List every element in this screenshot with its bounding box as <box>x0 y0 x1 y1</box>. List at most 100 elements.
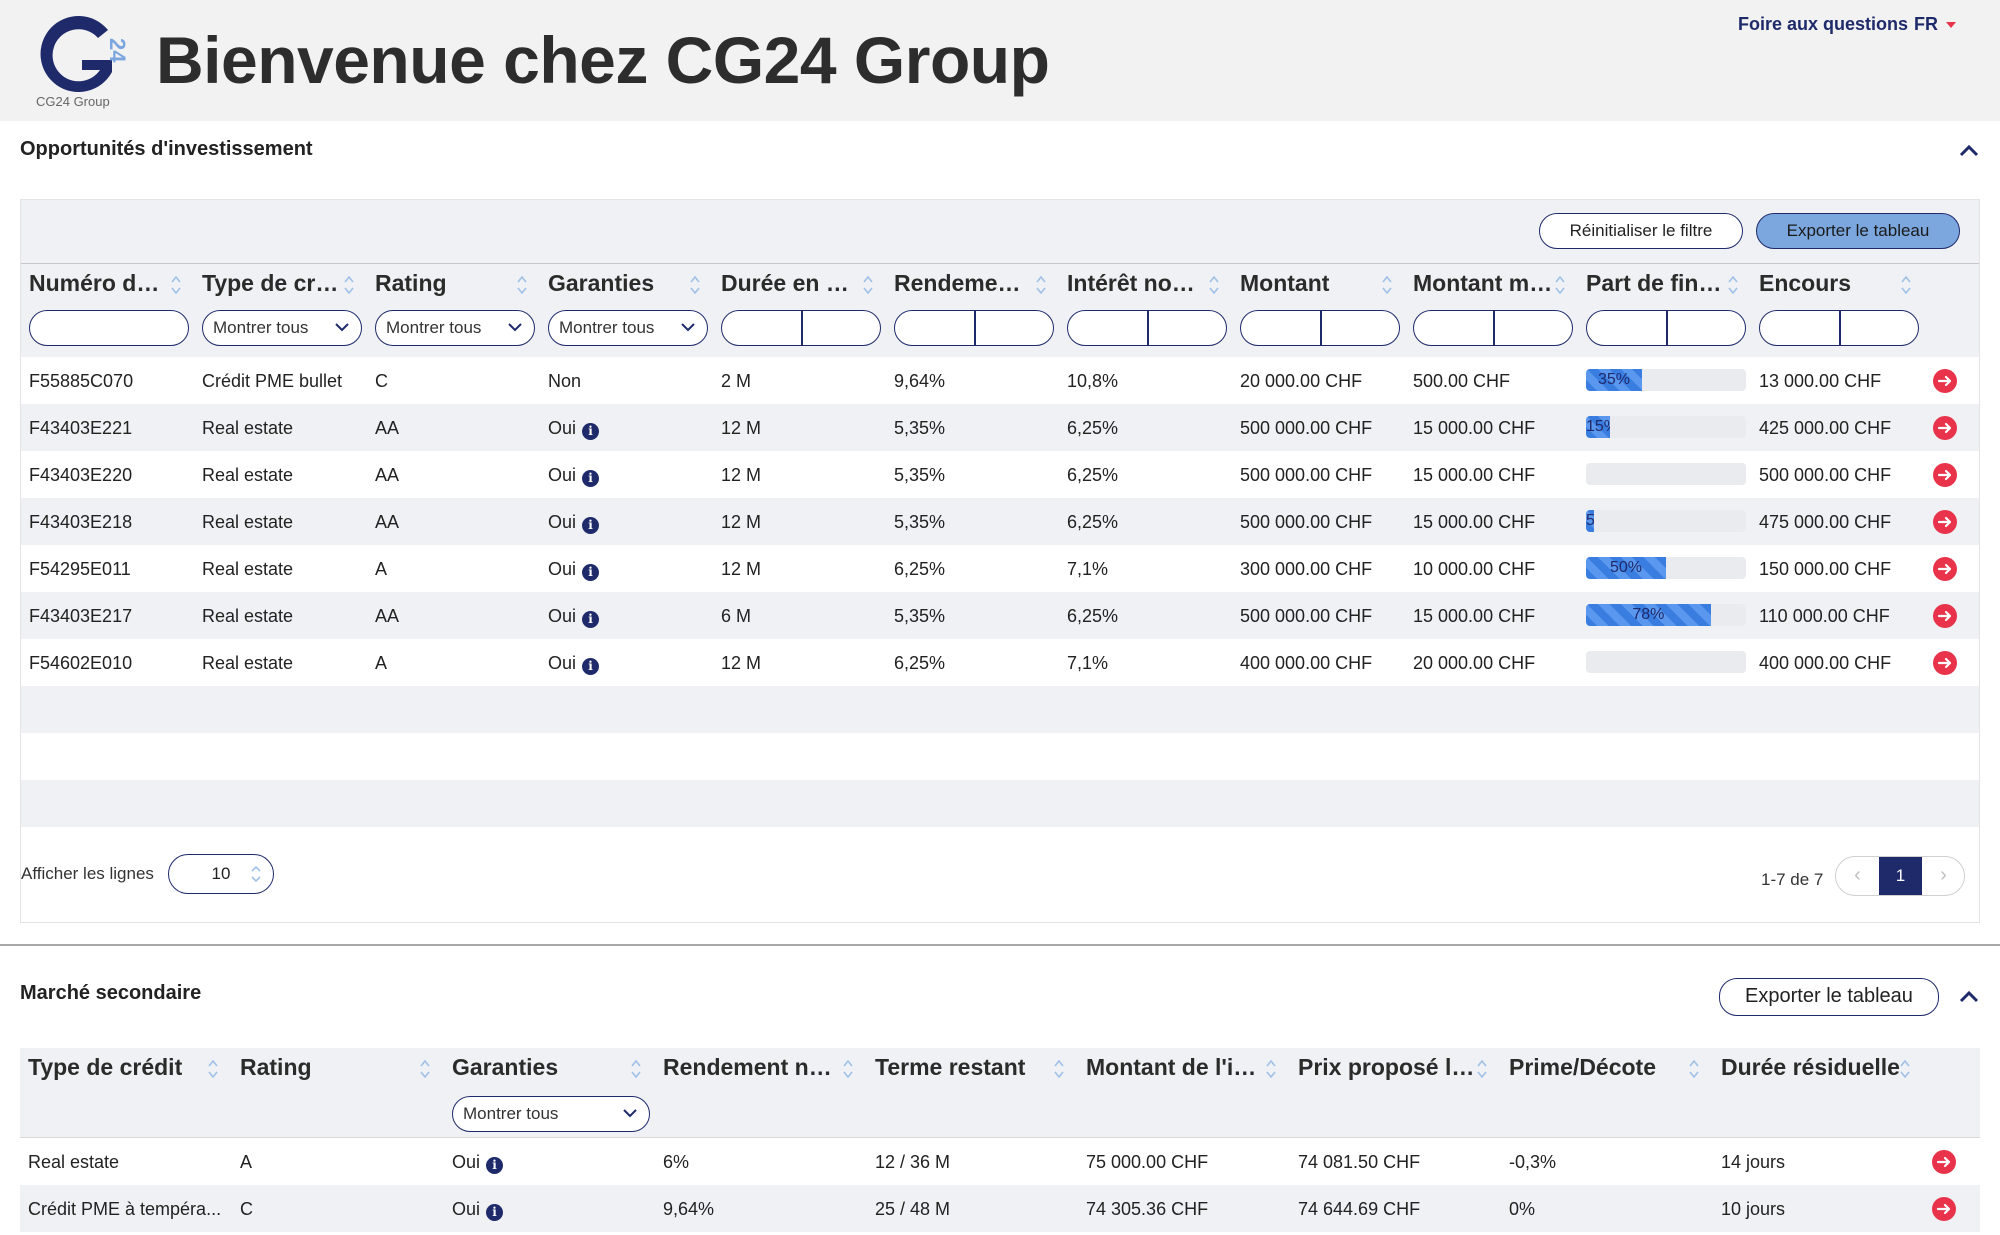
info-icon[interactable]: i <box>582 611 600 628</box>
cell-type: Real estate <box>202 465 293 486</box>
table-row[interactable]: F43403E221 Real estate AA Oui i 12 M 5,35% 6,25… <box>21 404 1979 451</box>
sort-icon[interactable] <box>1382 274 1392 296</box>
arrow-right-icon[interactable] <box>1933 463 1957 487</box>
rows-per-page-select[interactable]: 10 <box>168 854 274 894</box>
cell-interet: 6,25% <box>1067 418 1118 439</box>
table-row[interactable]: F43403E220 Real estate AA Oui i 12 M 5,35% 6,25… <box>21 451 1979 498</box>
export-secondary-button[interactable]: Exporter le tableau <box>1719 978 1939 1016</box>
column-header[interactable]: Prix proposé l'i... <box>1298 1054 1478 1081</box>
sort-icon[interactable] <box>517 274 527 296</box>
column-header[interactable]: Rating <box>375 270 515 297</box>
select-value: Montrer tous <box>559 318 655 337</box>
info-icon[interactable]: i <box>486 1204 504 1221</box>
next-page-button[interactable]: › <box>1922 857 1965 895</box>
sort-icon[interactable] <box>171 274 181 296</box>
column-header[interactable]: Intérêt nom... <box>1067 270 1207 297</box>
arrow-right-icon[interactable] <box>1933 416 1957 440</box>
sort-icon[interactable] <box>344 274 354 296</box>
sort-icon[interactable] <box>1689 1058 1699 1080</box>
page-1-button[interactable]: 1 <box>1879 857 1922 895</box>
faq-link[interactable]: Foire aux questions <box>1738 14 1908 35</box>
sort-icon[interactable] <box>1036 274 1046 296</box>
table-row[interactable]: F54602E010 Real estate A Oui i 12 M 6,25% 7,1% 4… <box>21 639 1979 686</box>
garanties-filter-select[interactable]: Montrer tous <box>452 1096 650 1132</box>
column-header[interactable]: Encours <box>1759 270 1899 297</box>
sort-icon[interactable] <box>1728 274 1738 296</box>
garanties-filter-select[interactable]: Montrer tous <box>548 310 708 346</box>
arrow-right-icon[interactable] <box>1933 557 1957 581</box>
cell-text: 6,25% <box>1067 465 1119 485</box>
sort-icon[interactable] <box>1054 1058 1064 1080</box>
reset-filter-button[interactable]: Réinitialiser le filtre <box>1539 213 1743 249</box>
duree-range-filter[interactable] <box>721 310 881 346</box>
arrow-right-icon[interactable] <box>1933 369 1957 393</box>
export-table-button[interactable]: Exporter le tableau <box>1756 213 1960 249</box>
info-icon[interactable]: i <box>486 1157 504 1174</box>
column-header[interactable]: Durée résiduelle <box>1721 1054 1901 1081</box>
cell-text: 5,35% <box>894 606 946 626</box>
info-icon[interactable]: i <box>582 564 600 581</box>
column-header[interactable]: Montant mi... <box>1413 270 1553 297</box>
cell-text: Oui <box>548 559 577 579</box>
table-row[interactable]: Real estate A Oui i 6% 12 / 36 M 75 000.00 CHF… <box>20 1138 1980 1185</box>
table-row[interactable]: F43403E217 Real estate AA Oui i 6 M 5,35% 6,25%… <box>21 592 1979 639</box>
sort-icon[interactable] <box>1209 274 1219 296</box>
column-header[interactable]: Part de fina... <box>1586 270 1726 297</box>
cell-montant: 400 000.00 CHF <box>1240 653 1372 674</box>
column-header[interactable]: Montant de l'in... <box>1086 1054 1266 1081</box>
table-row[interactable]: F54295E011 Real estate A Oui i 12 M 6,25% 7,1% 3… <box>21 545 1979 592</box>
sort-icon[interactable] <box>843 1058 853 1080</box>
part-range-filter[interactable] <box>1586 310 1746 346</box>
chevron-up-icon[interactable] <box>1958 144 1980 158</box>
arrow-right-icon[interactable] <box>1932 1197 1956 1221</box>
info-icon[interactable]: i <box>582 658 600 675</box>
cell-prime: 0% <box>1509 1199 1535 1220</box>
sort-icon[interactable] <box>420 1058 430 1080</box>
sort-icon[interactable] <box>690 274 700 296</box>
sort-icon[interactable] <box>1555 274 1565 296</box>
column-header[interactable]: Durée en m... <box>721 270 861 297</box>
encours-range-filter[interactable] <box>1759 310 1919 346</box>
arrow-right-icon[interactable] <box>1933 510 1957 534</box>
rating-filter-select[interactable]: Montrer tous <box>375 310 535 346</box>
table-row[interactable]: Crédit PME à tempéra... C Oui i 9,64% 25 / 48… <box>20 1185 1980 1232</box>
info-icon[interactable]: i <box>582 423 600 440</box>
montant-min-range-filter[interactable] <box>1413 310 1573 346</box>
column-header[interactable]: Garanties <box>548 270 688 297</box>
column-header[interactable]: Type de cré... <box>202 270 342 297</box>
column-header[interactable]: Rendement net... <box>663 1054 843 1081</box>
info-icon[interactable]: i <box>582 470 600 487</box>
arrow-right-icon[interactable] <box>1932 1150 1956 1174</box>
table-row[interactable]: F55885C070 Crédit PME bullet C Non 2 M 9,64% 1… <box>21 357 1979 404</box>
column-header[interactable]: Garanties <box>452 1054 632 1081</box>
language-selector[interactable]: FR <box>1914 14 1956 35</box>
sort-icon[interactable] <box>631 1058 641 1080</box>
sort-icon[interactable] <box>208 1058 218 1080</box>
interet-range-filter[interactable] <box>1067 310 1227 346</box>
column-header[interactable]: Terme restant <box>875 1054 1055 1081</box>
column-header[interactable]: Prime/Décote <box>1509 1054 1689 1081</box>
sort-icon[interactable] <box>1901 274 1911 296</box>
rendement-range-filter[interactable] <box>894 310 1054 346</box>
info-icon[interactable]: i <box>582 517 600 534</box>
previous-page-button[interactable]: ‹ <box>1836 857 1879 895</box>
sort-icon[interactable] <box>863 274 873 296</box>
chevron-up-icon[interactable] <box>1958 990 1980 1004</box>
sort-icon[interactable] <box>1266 1058 1276 1080</box>
type-filter-select[interactable]: Montrer tous <box>202 310 362 346</box>
column-header[interactable]: Rendement... <box>894 270 1034 297</box>
arrow-right-icon[interactable] <box>1933 651 1957 675</box>
numero-filter-input[interactable] <box>29 310 189 346</box>
cell-montant: 500 000.00 CHF <box>1240 606 1372 627</box>
column-header[interactable]: Type de crédit <box>28 1054 208 1081</box>
column-header[interactable]: Rating <box>240 1054 420 1081</box>
sort-icon[interactable] <box>1900 1058 1910 1080</box>
column-header[interactable]: Montant <box>1240 270 1380 297</box>
cell-interet: 6,25% <box>1067 606 1118 627</box>
arrow-right-icon[interactable] <box>1933 604 1957 628</box>
montant-range-filter[interactable] <box>1240 310 1400 346</box>
sort-icon[interactable] <box>1477 1058 1487 1080</box>
table-row[interactable]: F43403E218 Real estate AA Oui i 12 M 5,35% 6,25… <box>21 498 1979 545</box>
column-header[interactable]: Numéro de ... <box>29 270 169 297</box>
progress-fill: 5% <box>1586 510 1594 532</box>
